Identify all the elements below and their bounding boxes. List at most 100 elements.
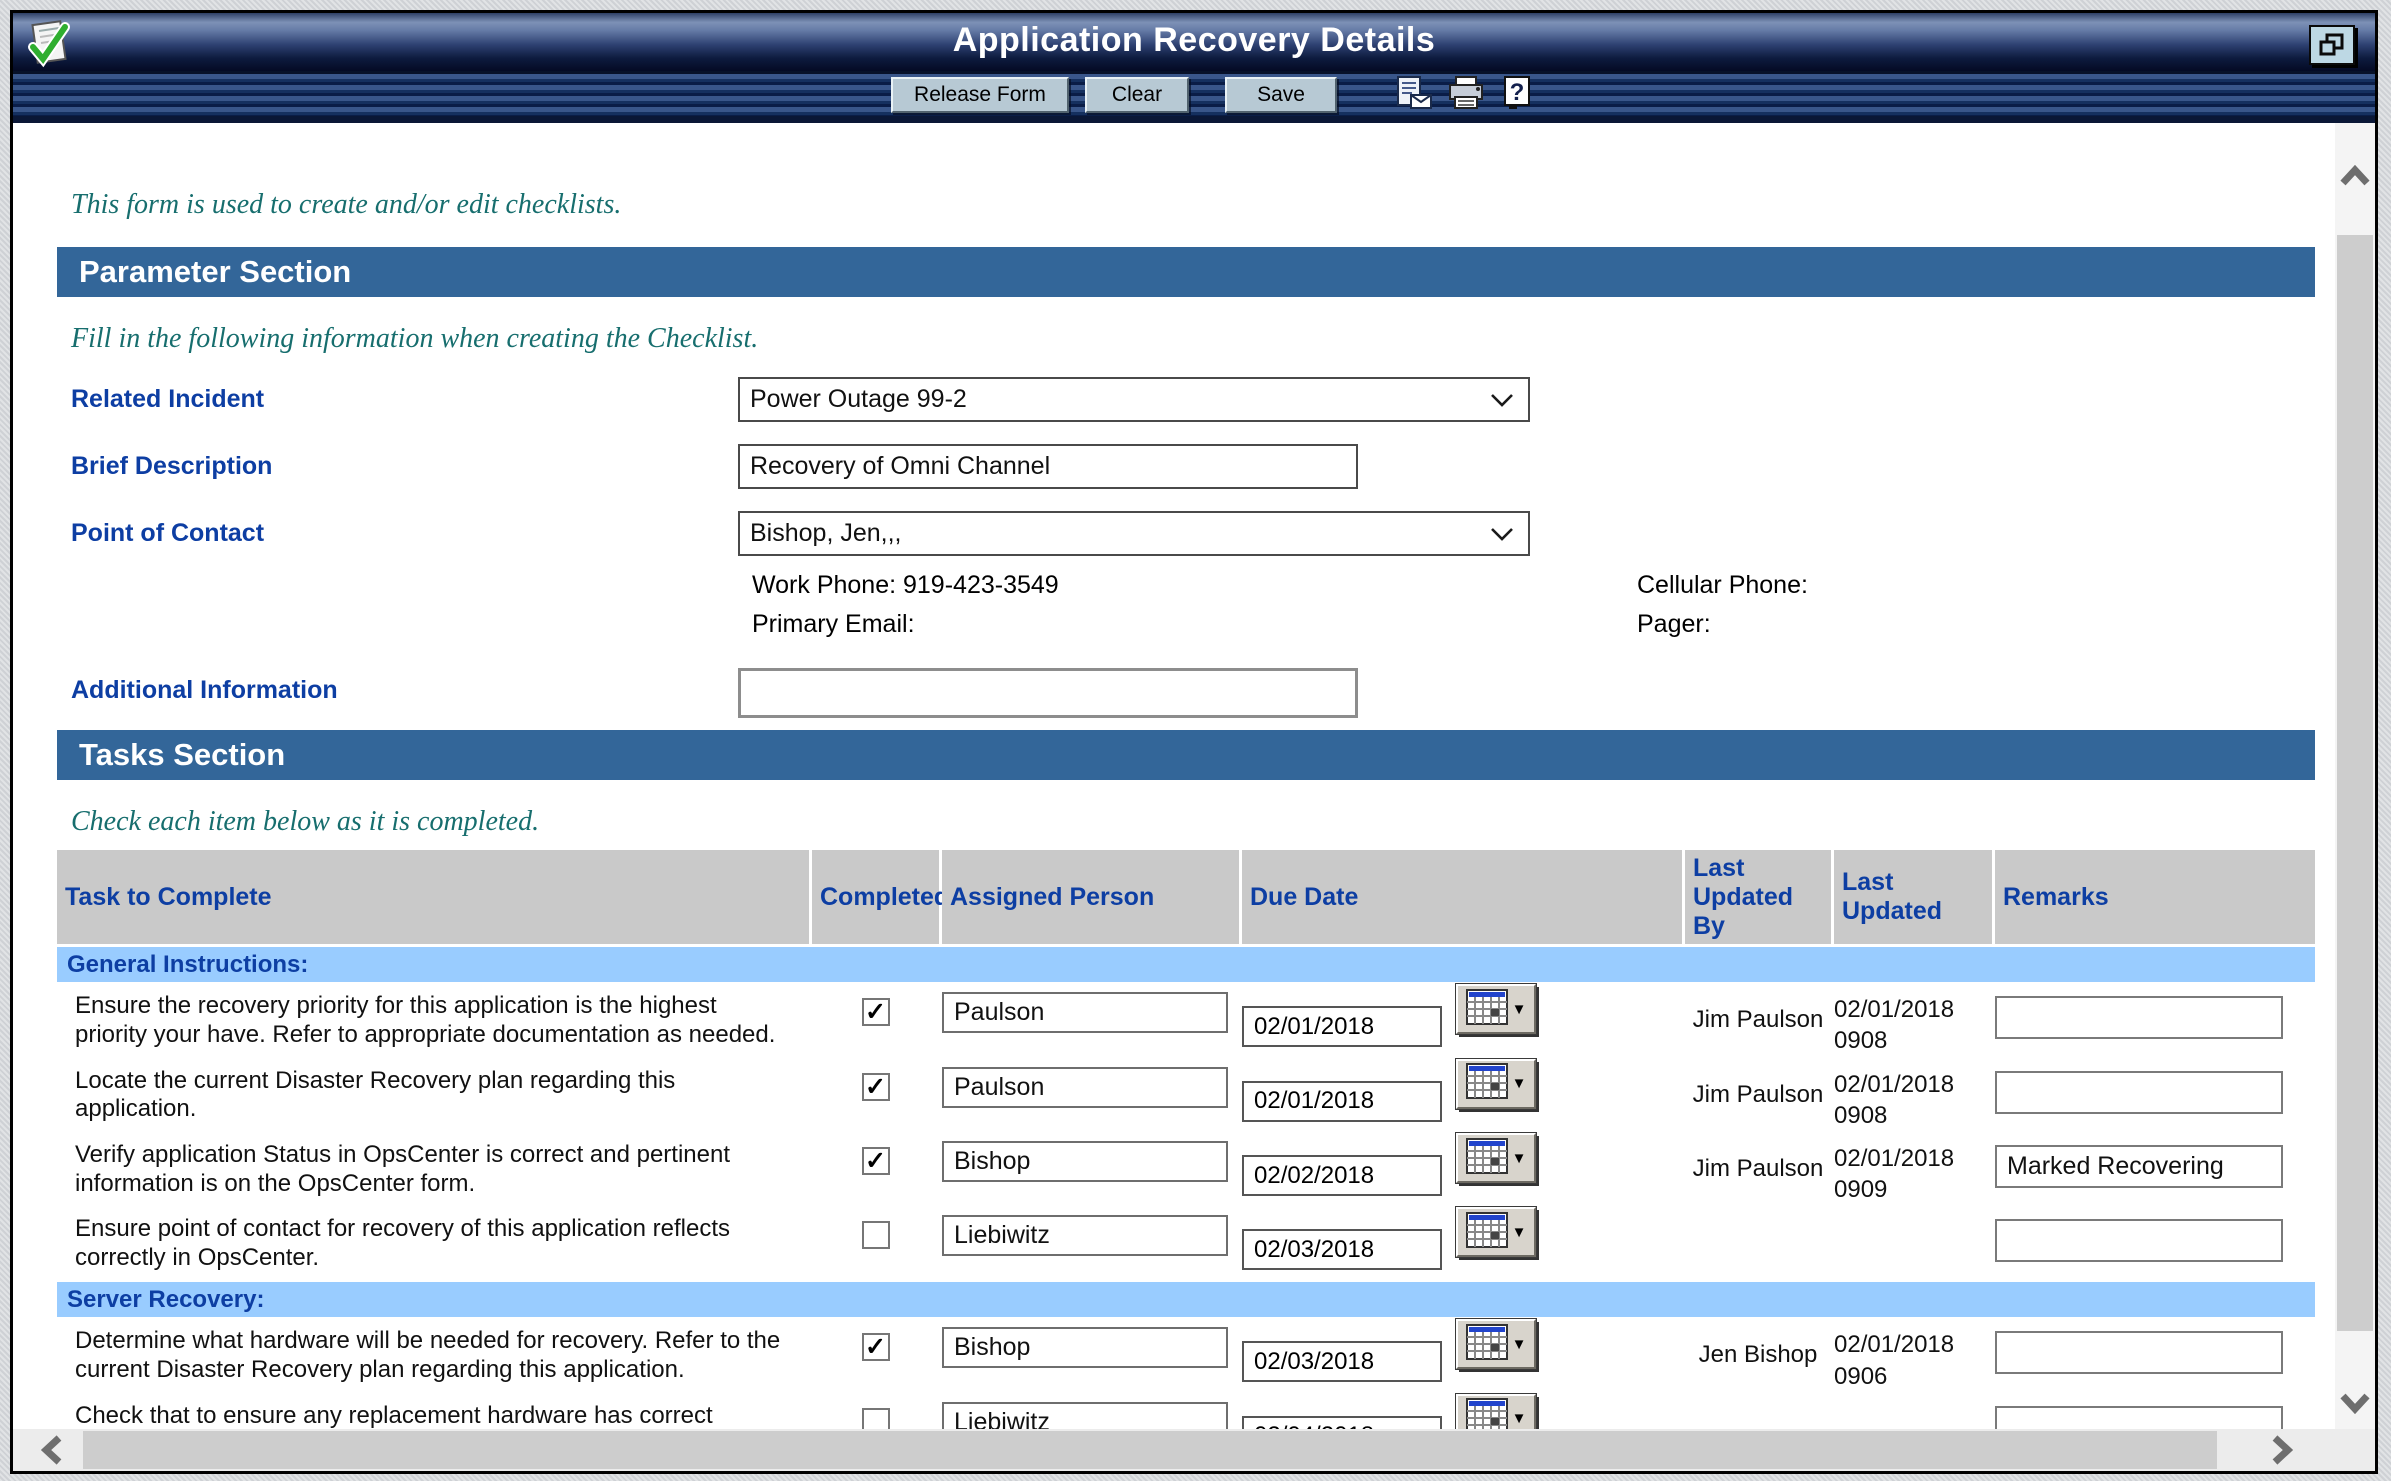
- due-date-input[interactable]: [1242, 1006, 1442, 1047]
- save-button[interactable]: Save: [1225, 77, 1337, 113]
- assigned-person-cell: [942, 982, 1239, 1056]
- additional-information-input[interactable]: [738, 668, 1358, 718]
- toolbar-icons: ?: [1395, 75, 1533, 116]
- due-date-input[interactable]: [1242, 1081, 1442, 1122]
- restore-window-icon[interactable]: [2309, 25, 2355, 65]
- horizontal-scrollbar[interactable]: [13, 1429, 2335, 1471]
- work-phone-text: Work Phone: 919-423-3549: [752, 566, 1637, 605]
- assigned-person-input[interactable]: [942, 992, 1228, 1033]
- task-group-banner: General Instructions:: [57, 947, 2315, 982]
- due-date-cell: ▼: [1242, 1131, 1682, 1205]
- point-of-contact-select[interactable]: Bishop, Jen,,,: [738, 511, 1530, 556]
- calendar-dropdown-arrow-icon: ▼: [1512, 1410, 1527, 1427]
- remarks-input[interactable]: [1995, 996, 2283, 1039]
- assigned-person-cell: [942, 1205, 1239, 1279]
- task-completed-checkbox[interactable]: ✓: [862, 998, 890, 1026]
- calendar-picker-button[interactable]: ▼: [1456, 1059, 1536, 1109]
- last-updated-value: 02/01/2018 0909: [1834, 1131, 1992, 1205]
- calendar-icon: [1466, 1063, 1508, 1104]
- vertical-scrollbar-thumb[interactable]: [2337, 235, 2373, 1331]
- task-row: Ensure point of contact for recovery of …: [57, 1205, 2315, 1279]
- calendar-picker-button[interactable]: ▼: [1456, 984, 1536, 1034]
- page-title: Application Recovery Details: [13, 21, 2375, 60]
- scroll-up-icon[interactable]: [2339, 165, 2371, 192]
- tasks-table: Task to Complete Completed Assigned Pers…: [57, 850, 2315, 1466]
- tasks-section-title: Tasks Section: [79, 737, 285, 773]
- assigned-person-input[interactable]: [942, 1141, 1228, 1182]
- remarks-input[interactable]: [1995, 1331, 2283, 1374]
- task-group-heading: General Instructions:: [67, 951, 308, 979]
- additional-information-row: Additional Information: [57, 668, 2335, 718]
- assigned-person-cell: [942, 1317, 1239, 1391]
- task-completed-checkbox[interactable]: ✓: [862, 1147, 890, 1175]
- point-of-contact-label: Point of Contact: [57, 511, 738, 548]
- related-incident-select[interactable]: Power Outage 99-2: [738, 377, 1530, 422]
- clear-button[interactable]: Clear: [1085, 77, 1189, 113]
- task-row: Verify application Status in OpsCenter i…: [57, 1131, 2315, 1205]
- task-row: Ensure the recovery priority for this ap…: [57, 982, 2315, 1056]
- application-window: Application Recovery Details Release For…: [10, 10, 2378, 1474]
- related-incident-value: Power Outage 99-2: [750, 385, 967, 414]
- point-of-contact-value: Bishop, Jen,,,: [750, 519, 901, 548]
- calendar-picker-button[interactable]: ▼: [1456, 1133, 1536, 1183]
- cellular-phone-text: Cellular Phone:: [1637, 566, 1808, 605]
- calendar-icon: [1466, 1138, 1508, 1179]
- brief-description-input[interactable]: [738, 444, 1358, 489]
- assigned-person-cell: [942, 1057, 1239, 1131]
- calendar-dropdown-arrow-icon: ▼: [1512, 1150, 1527, 1167]
- tasks-section-header: Tasks Section: [57, 730, 2315, 780]
- send-document-icon[interactable]: [1395, 75, 1433, 116]
- task-completed-checkbox[interactable]: ✓: [862, 1073, 890, 1101]
- last-updated-value: 02/01/2018 0908: [1834, 1057, 1992, 1131]
- column-header-last-updated: Last Updated: [1834, 850, 1992, 944]
- task-group-heading: Server Recovery:: [67, 1286, 264, 1314]
- assigned-person-input[interactable]: [942, 1215, 1228, 1256]
- remarks-input[interactable]: [1995, 1219, 2283, 1262]
- help-icon[interactable]: ?: [1501, 75, 1533, 116]
- column-header-completed: Completed: [812, 850, 939, 944]
- scroll-down-icon[interactable]: [2339, 1392, 2371, 1419]
- task-description: Determine what hardware will be needed f…: [57, 1317, 809, 1391]
- scrollbar-corner: [2335, 1429, 2375, 1471]
- task-completed-cell: ✓: [812, 982, 939, 1056]
- task-completed-checkbox[interactable]: [862, 1221, 890, 1249]
- task-completed-cell: ✓: [812, 1131, 939, 1205]
- task-row: Determine what hardware will be needed f…: [57, 1317, 2315, 1391]
- task-completed-checkbox[interactable]: ✓: [862, 1333, 890, 1361]
- task-group-banner: Server Recovery:: [57, 1282, 2315, 1317]
- due-date-input[interactable]: [1242, 1155, 1442, 1196]
- task-completed-cell: [812, 1205, 939, 1279]
- column-header-last-updated-by: Last Updated By: [1685, 850, 1831, 944]
- horizontal-scrollbar-thumb[interactable]: [83, 1431, 2217, 1469]
- calendar-picker-button[interactable]: ▼: [1456, 1319, 1536, 1369]
- remarks-cell: [1995, 1205, 2315, 1279]
- scroll-right-icon[interactable]: [2271, 1435, 2293, 1470]
- chevron-down-icon: [1490, 385, 1514, 414]
- parameter-section-title: Parameter Section: [79, 254, 351, 290]
- calendar-dropdown-arrow-icon: ▼: [1512, 1075, 1527, 1092]
- remarks-input[interactable]: [1995, 1071, 2283, 1114]
- assigned-person-cell: [942, 1131, 1239, 1205]
- print-icon[interactable]: [1447, 75, 1487, 116]
- remarks-input[interactable]: [1995, 1145, 2283, 1188]
- release-form-button[interactable]: Release Form: [891, 77, 1069, 113]
- assigned-person-input[interactable]: [942, 1327, 1228, 1368]
- calendar-picker-button[interactable]: ▼: [1456, 1207, 1536, 1257]
- column-header-task: Task to Complete: [57, 850, 809, 944]
- assigned-person-input[interactable]: [942, 1067, 1228, 1108]
- calendar-icon: [1466, 989, 1508, 1030]
- parameter-instruction-text: Fill in the following information when c…: [57, 323, 2335, 355]
- last-updated-value: 02/01/2018 0906: [1834, 1317, 1992, 1391]
- due-date-input[interactable]: [1242, 1341, 1442, 1382]
- remarks-cell: [1995, 1131, 2315, 1205]
- last-updated-by-value: [1685, 1205, 1831, 1279]
- task-completed-cell: ✓: [812, 1057, 939, 1131]
- vertical-scrollbar[interactable]: [2335, 123, 2375, 1471]
- column-header-due-date: Due Date: [1242, 850, 1682, 944]
- task-description: Ensure point of contact for recovery of …: [57, 1205, 809, 1279]
- calendar-icon: [1466, 1212, 1508, 1253]
- task-description: Verify application Status in OpsCenter i…: [57, 1131, 809, 1205]
- due-date-input[interactable]: [1242, 1229, 1442, 1270]
- scroll-left-icon[interactable]: [41, 1435, 63, 1470]
- tasks-instruction-text: Check each item below as it is completed…: [57, 806, 2335, 838]
